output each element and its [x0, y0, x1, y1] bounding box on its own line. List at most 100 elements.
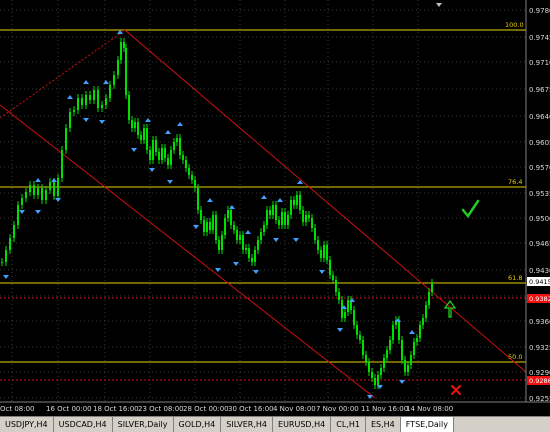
candle-body	[206, 222, 208, 232]
candle-body	[338, 292, 340, 300]
price-tick-label: 0.9710	[529, 59, 550, 67]
chart-tab[interactable]: CL,H1	[331, 417, 366, 432]
candle-body	[69, 112, 71, 128]
candle-body	[105, 98, 107, 105]
candle-body	[227, 210, 229, 218]
candle-body	[278, 220, 280, 225]
chart-tab[interactable]: ES,H4	[366, 417, 401, 432]
candle-body	[33, 185, 35, 195]
candle-body	[224, 218, 226, 235]
candle-body	[431, 283, 433, 292]
price-tick-label: 0.9290	[529, 369, 550, 377]
candle-body	[242, 235, 244, 250]
sell-signal-arrow-icon	[99, 120, 105, 124]
candle-body	[356, 325, 358, 335]
candle-body	[17, 205, 19, 225]
candle-body	[81, 98, 83, 105]
chart-tab[interactable]: FTSE,Daily	[400, 417, 454, 432]
candle-body	[281, 212, 283, 225]
candle-body	[275, 205, 277, 220]
price-chart[interactable]: 100.0 76.4 61.8 50.0 0.978 0.974 0.971 0…	[0, 0, 550, 416]
channel-lower-line	[0, 104, 376, 399]
candle-body	[323, 245, 325, 258]
candle-body	[134, 122, 136, 128]
candle-body	[1, 262, 3, 263]
chart-tab[interactable]: SILVER,H4	[221, 417, 274, 432]
chart-tab[interactable]: USDCAD,H4	[54, 417, 113, 432]
time-tick-label: 23 Oct 08:00	[138, 405, 184, 413]
candle-body	[335, 280, 337, 292]
candle-body	[155, 140, 157, 152]
price-tick-label: 0.9605	[529, 139, 550, 147]
candle-body	[164, 148, 166, 158]
candle-body	[89, 95, 91, 100]
candle-body	[109, 85, 111, 98]
candle-body	[197, 188, 199, 210]
candle-body	[422, 318, 424, 325]
candle-body	[239, 235, 241, 240]
sell-signal-arrow-icon	[167, 180, 173, 184]
buy-signal-arrow-icon	[83, 80, 89, 84]
candle-body	[311, 218, 313, 228]
time-tick-label: 18 Oct 16:00	[93, 405, 139, 413]
candle-body	[329, 260, 331, 275]
chart-area[interactable]: 100.0 76.4 61.8 50.0 0.978 0.974 0.971 0…	[0, 0, 550, 416]
x-cross-icon	[451, 385, 461, 395]
candle-body	[260, 232, 262, 240]
candle-body	[97, 90, 99, 108]
candle-body	[25, 192, 27, 198]
time-tick-label: 14 Nov 08:00	[406, 405, 453, 413]
candle-body	[140, 135, 142, 140]
current-price-tag: 0.9415	[527, 277, 550, 286]
sell-signal-arrow-icon	[3, 275, 9, 279]
candle-body	[344, 312, 346, 318]
candle-body	[245, 248, 247, 250]
candle-body	[233, 225, 235, 230]
candle-body	[290, 200, 292, 215]
candle-body	[9, 238, 11, 250]
candle-body	[53, 182, 55, 196]
chart-tab[interactable]: USDJPY,H4	[0, 417, 54, 432]
chart-tab[interactable]: GOLD,H4	[174, 417, 222, 432]
candle-body	[326, 245, 328, 260]
up-arrow-icon	[443, 299, 457, 318]
buy-signal-arrow-icon	[229, 205, 235, 209]
candle-body	[401, 340, 403, 360]
candle-body	[392, 325, 394, 340]
price-tick-label: 0.9675	[529, 86, 550, 94]
candle-body	[407, 365, 409, 372]
time-tick-label: 28 Oct 00:00	[183, 405, 229, 413]
candle-body	[389, 340, 391, 350]
chart-shift-icon[interactable]	[436, 3, 442, 7]
chart-tab[interactable]: SILVER,Daily	[113, 417, 174, 432]
chart-tab-bar: USDJPY,H4 USDCAD,H4 SILVER,Daily GOLD,H4 SIL…	[0, 416, 550, 432]
candle-body	[377, 375, 379, 385]
price-tick-label: 0.9570	[529, 164, 550, 172]
candle-body	[212, 215, 214, 230]
candle-body	[123, 42, 125, 48]
candle-body	[41, 188, 43, 200]
candle-body	[257, 240, 259, 250]
candle-body	[170, 150, 172, 165]
candle-body	[131, 120, 133, 128]
candle-body	[49, 182, 51, 190]
price-tick-label: 0.9780	[529, 7, 550, 15]
time-axis: Oct 08:00 16 Oct 00:00 18 Oct 16:00 23 Oct …	[0, 405, 453, 413]
candle-body	[359, 335, 361, 340]
price-tick-label: 0.9430	[529, 267, 550, 275]
candle-body	[386, 350, 388, 358]
buy-signal-arrow-icon	[35, 178, 41, 182]
sell-signal-arrow-icon	[319, 270, 325, 274]
candle-body	[203, 220, 205, 232]
candle-body	[143, 128, 145, 140]
chart-tab[interactable]: EURUSD,H4	[273, 417, 332, 432]
candle-body	[308, 215, 310, 218]
candlestick-series	[1, 38, 433, 389]
candle-body	[73, 110, 75, 112]
candle-body	[266, 210, 268, 225]
candle-body	[269, 210, 271, 215]
buy-signal-arrow-icon	[67, 95, 73, 99]
sell-signal-arrow-icon	[293, 238, 299, 242]
candle-body	[428, 292, 430, 305]
fib-label-100: 100.0	[505, 21, 524, 29]
